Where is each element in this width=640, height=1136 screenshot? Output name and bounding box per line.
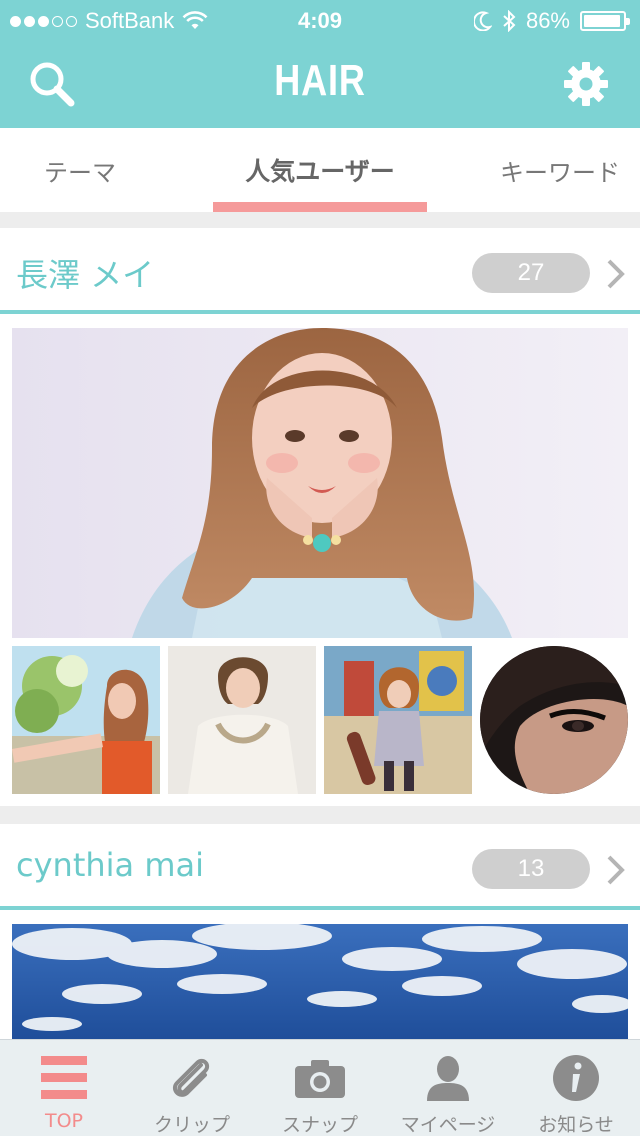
info-icon [548,1052,604,1104]
chevron-right-icon[interactable] [604,852,628,888]
app-title: HAIR [274,56,366,105]
moon-icon [473,11,492,31]
featured-hair-photo[interactable] [12,328,628,638]
tabbar-label: スナップ [281,1114,358,1136]
camera-icon [292,1052,348,1104]
thumbnail-image [168,646,316,794]
paperclip-icon [164,1052,220,1104]
nav-bar: HAIR [0,40,640,128]
battery-icon [580,11,630,31]
avatar-image [480,646,628,794]
tabbar-label: TOP [44,1110,84,1132]
tabbar-label: クリップ [153,1114,230,1136]
tabbar-label: お知らせ [538,1114,614,1136]
bottom-tab-bar: TOP クリップ スナップ マイページ お知らせ [0,1039,640,1136]
post-count-badge: 27 [472,253,590,293]
hair-thumbnail[interactable] [168,646,316,794]
thumbnail-image [12,646,160,794]
user-card: cynthia mai 13 [0,824,640,1039]
gear-icon [564,62,608,106]
battery-percent: 86% [525,8,570,33]
user-card-header[interactable]: 長澤 メイ 27 [0,228,640,314]
status-bar: SoftBank 4:09 86% [0,0,640,40]
person-icon [420,1052,476,1104]
menu-icon [36,1052,92,1104]
thumbnail-image [324,646,472,794]
chevron-right-icon[interactable] [604,256,628,292]
status-right: 86% [473,8,630,34]
user-avatar[interactable] [480,646,628,794]
tab-popular-users[interactable]: 人気ユーザー [213,128,427,212]
user-name[interactable]: 長澤 メイ [16,250,154,296]
hair-thumbnail[interactable] [324,646,472,794]
tab-theme[interactable]: テーマ [0,128,160,212]
tab-keyword[interactable]: キーワード [480,128,640,212]
tabbar-snap[interactable]: スナップ [256,1040,384,1136]
tabbar-mypage[interactable]: マイページ [384,1040,512,1136]
portrait-image [12,328,628,638]
user-name[interactable]: cynthia mai [16,846,204,884]
hair-thumbnail[interactable] [12,646,160,794]
tabbar-news[interactable]: お知らせ [512,1040,640,1136]
post-count-badge: 13 [472,849,590,889]
tabbar-clip[interactable]: クリップ [128,1040,256,1136]
category-tabs: テーマ 人気ユーザー キーワード [0,128,640,212]
featured-hair-photo[interactable] [12,924,628,1039]
settings-button[interactable] [556,54,616,114]
active-tab-indicator [213,202,427,212]
tabbar-top[interactable]: TOP [0,1040,128,1136]
tabbar-label: マイページ [400,1114,496,1136]
user-card: 長澤 メイ 27 [0,228,640,806]
bluetooth-icon [503,10,516,32]
sky-image [12,924,628,1039]
user-card-header[interactable]: cynthia mai 13 [0,824,640,910]
